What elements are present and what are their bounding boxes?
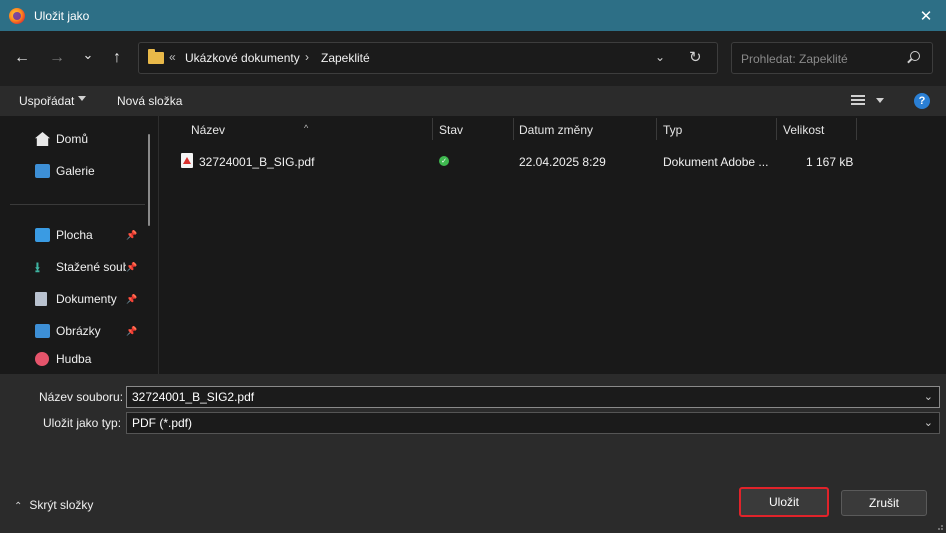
pin-icon[interactable]: 📌	[126, 262, 137, 272]
music-icon	[35, 352, 49, 366]
hide-folders-button[interactable]: ⌃ Skrýt složky	[14, 498, 93, 512]
sidebar-item-label: Galerie	[56, 164, 95, 178]
home-icon	[35, 132, 50, 146]
file-name: 32724001_B_SIG.pdf	[199, 155, 315, 169]
column-header-label: Datum změny	[519, 123, 594, 137]
up-button[interactable]: ↑	[105, 46, 129, 70]
forward-button[interactable]: →	[45, 46, 69, 70]
navigation-pane: Domů Galerie Plocha 📌 ⭳ Stažené soubory …	[0, 116, 159, 374]
navigation-bar: ← → ⌄ ↑ « Ukázkové dokumenty › Zapeklité…	[0, 31, 946, 86]
address-dropdown-icon[interactable]: ⌄	[655, 50, 665, 64]
chevron-up-icon: ⌃	[14, 501, 23, 512]
filetype-label: Uložit jako typ:	[43, 416, 122, 430]
view-options-icon[interactable]	[851, 95, 865, 107]
sidebar-item-documents[interactable]: Dokumenty 📌	[0, 287, 145, 311]
sidebar-item-label: Domů	[56, 132, 89, 146]
pin-icon[interactable]: 📌	[126, 230, 137, 240]
sidebar-scrollbar[interactable]	[148, 134, 150, 226]
help-icon[interactable]: ?	[914, 93, 930, 109]
refresh-icon[interactable]: ↻	[689, 48, 702, 66]
address-bar[interactable]: « Ukázkové dokumenty › Zapeklité ⌄ ↻	[138, 42, 718, 74]
sidebar-item-label: Plocha	[56, 228, 93, 242]
file-list: Název ^ Stav Datum změny Typ Velikost 32…	[160, 116, 946, 374]
file-type: Dokument Adobe ...	[663, 155, 769, 169]
folder-icon	[148, 49, 164, 64]
breadcrumb-separator-icon[interactable]: ›	[305, 50, 309, 64]
desktop-icon	[35, 228, 50, 242]
search-placeholder: Prohledat: Zapeklité	[741, 52, 848, 66]
breadcrumb-overflow-icon[interactable]: «	[169, 50, 176, 64]
gallery-icon	[35, 164, 50, 178]
filename-value[interactable]: 32724001_B_SIG2.pdf	[132, 390, 254, 404]
view-dropdown-icon[interactable]	[876, 98, 884, 103]
downloads-icon: ⭳	[35, 259, 40, 275]
sidebar-item-label: Obrázky	[56, 324, 101, 338]
sidebar-item-label: Stažené soubory	[56, 260, 126, 274]
column-header-label: Velikost	[783, 123, 825, 137]
close-button[interactable]: ✕	[906, 0, 946, 31]
sidebar-item-home[interactable]: Domů	[0, 127, 145, 151]
chevron-down-icon[interactable]: ⌄	[924, 416, 933, 429]
sidebar-item-downloads[interactable]: ⭳ Stažené soubory 📌	[0, 255, 145, 279]
cancel-button[interactable]: Zrušit	[841, 490, 927, 516]
pictures-icon	[35, 324, 50, 338]
column-header-size[interactable]: Velikost	[777, 116, 857, 142]
command-toolbar: Uspořádat Nová složka ?	[0, 86, 946, 116]
hide-folders-label: Skrýt složky	[29, 498, 94, 512]
sidebar-item-label: Dokumenty	[56, 292, 117, 306]
column-header-name[interactable]: Název ^	[160, 116, 432, 142]
column-header-type[interactable]: Typ	[657, 116, 776, 142]
sidebar-item-label: Hudba	[56, 352, 92, 366]
window-title: Uložit jako	[34, 8, 90, 23]
filetype-select[interactable]: PDF (*.pdf) ⌄	[126, 412, 940, 434]
sidebar-item-pictures[interactable]: Obrázky 📌	[0, 319, 145, 343]
sidebar-item-gallery[interactable]: Galerie	[0, 159, 145, 183]
firefox-icon	[9, 7, 25, 24]
pdf-file-icon	[181, 153, 193, 168]
sidebar-divider	[10, 204, 145, 205]
column-header-label: Typ	[663, 123, 683, 137]
pin-icon[interactable]: 📌	[126, 294, 137, 304]
column-divider[interactable]	[856, 118, 857, 140]
pin-icon[interactable]: 📌	[126, 326, 137, 336]
filetype-value: PDF (*.pdf)	[132, 416, 193, 430]
back-button[interactable]: ←	[10, 46, 34, 70]
search-icon[interactable]	[910, 51, 920, 61]
save-form: Název souboru: 32724001_B_SIG2.pdf ⌄ Ulo…	[0, 374, 946, 533]
column-header-status[interactable]: Stav	[433, 116, 513, 142]
sidebar-item-desktop[interactable]: Plocha 📌	[0, 223, 145, 247]
save-button[interactable]: Uložit	[739, 487, 829, 517]
filename-field[interactable]: 32724001_B_SIG2.pdf ⌄	[126, 386, 940, 408]
title-bar: Uložit jako ✕	[0, 0, 946, 31]
organize-menu-button[interactable]: Uspořádat	[19, 94, 74, 108]
breadcrumb-item[interactable]: Ukázkové dokumenty	[185, 51, 300, 65]
search-input[interactable]: Prohledat: Zapeklité	[731, 42, 933, 74]
file-size: 1 167 kB	[806, 155, 854, 169]
sync-ok-icon: ✓	[439, 156, 449, 166]
table-row[interactable]: 32724001_B_SIG.pdf ✓ 22.04.2025 8:29 Dok…	[160, 150, 946, 172]
chevron-down-icon[interactable]: ⌄	[924, 390, 933, 403]
column-header-label: Stav	[439, 123, 464, 137]
sidebar-item-music[interactable]: Hudba	[0, 347, 145, 371]
documents-icon	[35, 292, 47, 306]
recent-locations-button[interactable]: ⌄	[76, 43, 100, 67]
new-folder-button[interactable]: Nová složka	[117, 94, 182, 108]
chevron-down-icon[interactable]	[78, 96, 86, 101]
filename-label: Název souboru:	[39, 390, 124, 404]
resize-grip-icon[interactable]	[934, 521, 944, 531]
file-date: 22.04.2025 8:29	[519, 155, 606, 169]
column-header-date[interactable]: Datum změny	[514, 116, 656, 142]
breadcrumb-item-current[interactable]: Zapeklité	[321, 51, 370, 65]
column-header-label: Název	[191, 123, 226, 137]
sort-ascending-icon: ^	[304, 123, 309, 133]
